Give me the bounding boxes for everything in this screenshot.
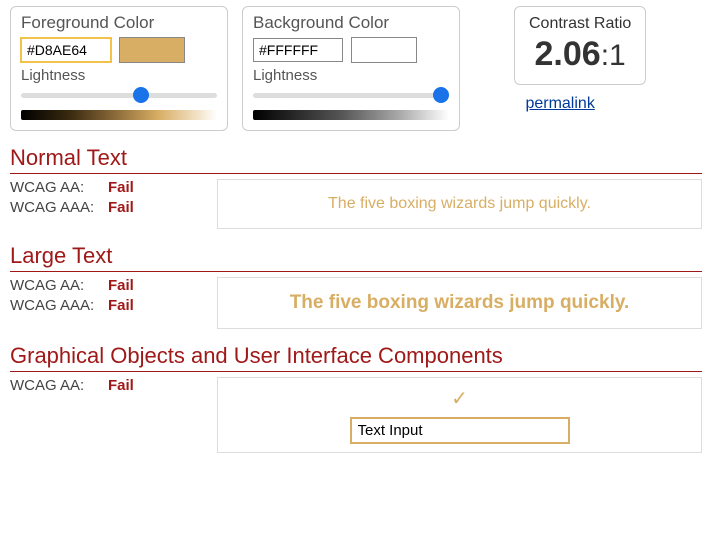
sample-text-input[interactable] bbox=[350, 417, 570, 444]
ui-aa-result: Fail bbox=[108, 377, 134, 394]
large-aa-result: Fail bbox=[108, 277, 134, 294]
background-lightness-slider[interactable] bbox=[253, 86, 449, 104]
large-aaa-label: WCAG AAA: bbox=[10, 297, 108, 314]
foreground-swatch[interactable] bbox=[119, 37, 185, 63]
large-aaa-result: Fail bbox=[108, 297, 134, 314]
contrast-ratio-box: Contrast Ratio 2.06:1 bbox=[514, 6, 646, 85]
normal-text-heading: Normal Text bbox=[10, 145, 702, 174]
foreground-hue-gradient[interactable] bbox=[21, 110, 217, 120]
background-hex-input[interactable] bbox=[253, 38, 343, 62]
background-lightness-label: Lightness bbox=[253, 67, 449, 84]
ui-aa-label: WCAG AA: bbox=[10, 377, 108, 394]
contrast-ratio-value: 2.06:1 bbox=[529, 35, 631, 74]
ui-sample-box: ✓ bbox=[217, 377, 702, 453]
permalink-link[interactable]: permalink bbox=[525, 95, 594, 112]
normal-aaa-label: WCAG AAA: bbox=[10, 199, 108, 216]
background-hue-gradient[interactable] bbox=[253, 110, 449, 120]
normal-text-sample: The five boxing wizards jump quickly. bbox=[217, 179, 702, 229]
background-swatch[interactable] bbox=[351, 37, 417, 63]
large-text-sample: The five boxing wizards jump quickly. bbox=[217, 277, 702, 329]
normal-aaa-result: Fail bbox=[108, 199, 134, 216]
large-aa-label: WCAG AA: bbox=[10, 277, 108, 294]
check-icon: ✓ bbox=[451, 386, 468, 411]
foreground-panel: Foreground Color Lightness bbox=[10, 6, 228, 131]
contrast-ratio-label: Contrast Ratio bbox=[529, 15, 631, 33]
normal-aa-label: WCAG AA: bbox=[10, 179, 108, 196]
foreground-lightness-slider[interactable] bbox=[21, 86, 217, 104]
foreground-hex-input[interactable] bbox=[21, 38, 111, 62]
normal-aa-result: Fail bbox=[108, 179, 134, 196]
background-panel: Background Color Lightness bbox=[242, 6, 460, 131]
foreground-title: Foreground Color bbox=[21, 13, 217, 33]
foreground-lightness-label: Lightness bbox=[21, 67, 217, 84]
ui-components-heading: Graphical Objects and User Interface Com… bbox=[10, 343, 702, 372]
large-text-heading: Large Text bbox=[10, 243, 702, 272]
background-title: Background Color bbox=[253, 13, 449, 33]
